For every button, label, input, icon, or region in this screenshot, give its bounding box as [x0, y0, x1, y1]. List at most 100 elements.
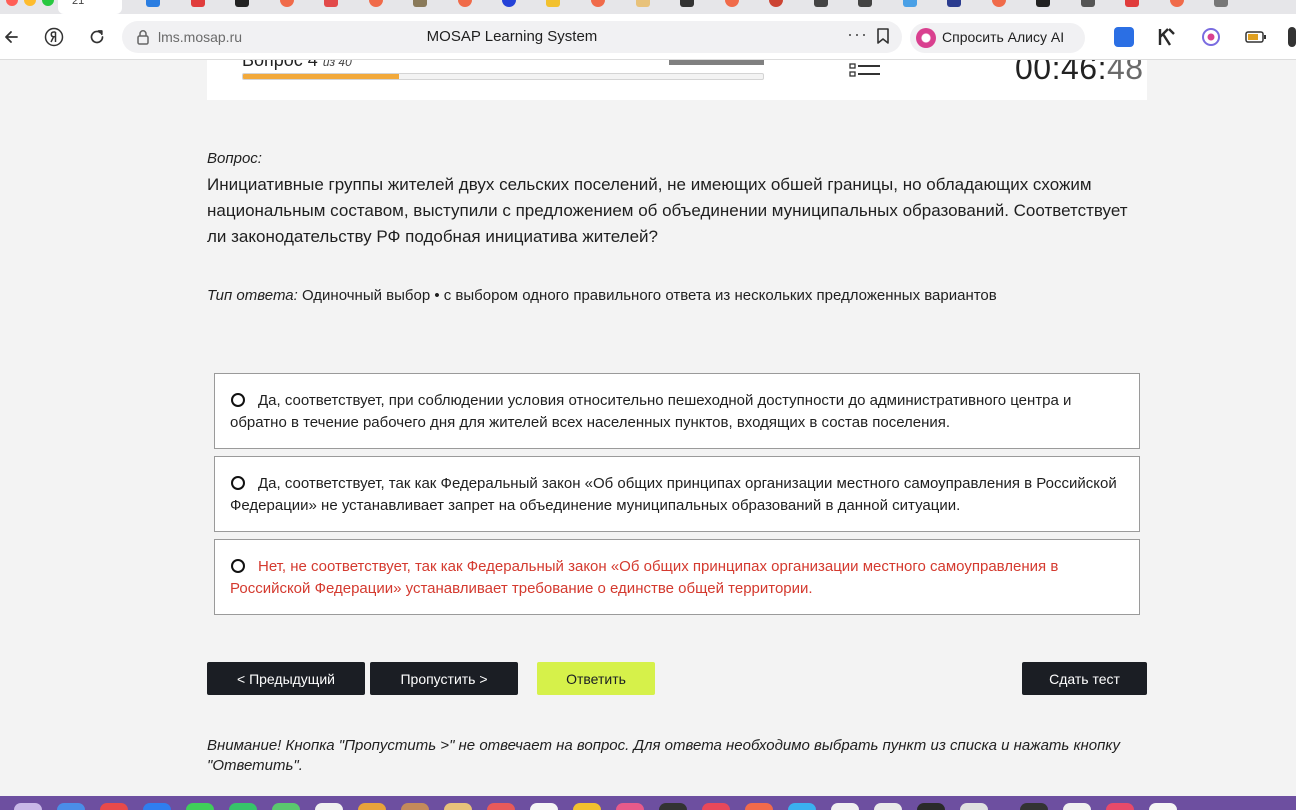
dock-app-icon[interactable] [745, 803, 773, 810]
active-tab[interactable]: 21 [58, 0, 122, 14]
extension-k-icon[interactable] [1157, 27, 1177, 47]
dock-app-icon[interactable] [659, 803, 687, 810]
tab-favicon[interactable] [858, 0, 872, 7]
battery-icon[interactable] [1245, 27, 1266, 47]
dock-app-icon[interactable] [100, 803, 128, 810]
extension-target-icon[interactable] [1201, 27, 1221, 47]
dock-app-icon[interactable] [401, 803, 429, 810]
close-window-button[interactable] [6, 0, 18, 6]
warning-note: Внимание! Кнопка "Пропустить >" не отвеч… [207, 737, 1120, 774]
answer-option[interactable]: Нет, не соответствует, так как Федеральн… [214, 539, 1140, 615]
dock-app-icon[interactable] [186, 803, 214, 810]
tab-favicon[interactable] [814, 0, 828, 7]
tab-favicon[interactable] [413, 0, 427, 7]
tab-favicon[interactable] [992, 0, 1006, 7]
answer-button[interactable]: Ответить [537, 662, 655, 695]
ask-alice-button[interactable]: Спросить Алису AI [910, 23, 1085, 53]
tab-favicon[interactable] [324, 0, 338, 7]
dock-app-icon[interactable] [960, 803, 988, 810]
dock-app-icon[interactable] [874, 803, 902, 810]
dock-app-icon[interactable] [272, 803, 300, 810]
question-label: Вопрос: [207, 150, 262, 167]
tab-favicon[interactable] [769, 0, 783, 7]
tab-favicon[interactable] [1170, 0, 1184, 7]
answer-option-text: Нет, не соответствует, так как Федеральн… [230, 558, 1059, 597]
back-arrow-icon[interactable] [0, 26, 22, 48]
tab-favicon[interactable] [1036, 0, 1050, 7]
tab-favicon[interactable] [1081, 0, 1095, 7]
minimize-window-button[interactable] [24, 0, 36, 6]
skip-button[interactable]: Пропустить > [370, 662, 518, 695]
ask-alice-label: Спросить Алису AI [942, 29, 1065, 45]
tab-favicon[interactable] [947, 0, 961, 7]
dock-app-icon[interactable] [616, 803, 644, 810]
tab-favicon[interactable] [546, 0, 560, 7]
dock [0, 796, 1296, 810]
reload-icon[interactable] [86, 26, 108, 48]
question-list-icon[interactable] [849, 60, 881, 77]
timer-seconds: 48 [1106, 60, 1144, 86]
browser-toolbar: lms.mosap.ru MOSAP Learning System ··· С… [0, 14, 1296, 60]
dock-app-icon[interactable] [315, 803, 343, 810]
dock-app-icon[interactable] [1063, 803, 1091, 810]
tab-favicon[interactable] [458, 0, 472, 7]
tab-favicon[interactable] [636, 0, 650, 7]
answer-type-value: Одиночный выбор • с выбором одного прави… [301, 287, 997, 304]
dock-app-icon[interactable] [573, 803, 601, 810]
answer-option-text: Да, соответствует, при соблюдении услови… [230, 392, 1072, 431]
test-header: Вопрос 4 из 40 00:46:48 [207, 60, 1147, 100]
timer-main: 00:46: [1015, 60, 1107, 86]
dock-app-icon[interactable] [788, 803, 816, 810]
dock-app-icon[interactable] [917, 803, 945, 810]
tab-favicon[interactable] [280, 0, 294, 7]
active-tab-label: 21 [72, 0, 85, 7]
dock-app-icon[interactable] [1149, 803, 1177, 810]
tab-favicon[interactable] [725, 0, 739, 7]
dock-app-icon[interactable] [1020, 803, 1048, 810]
tab-favicon[interactable] [1125, 0, 1139, 7]
answer-option[interactable]: Да, соответствует, так как Федеральный з… [214, 456, 1140, 532]
countdown-timer: 00:46:48 [1015, 60, 1144, 87]
tab-favicon[interactable] [235, 0, 249, 7]
dock-app-icon[interactable] [14, 803, 42, 810]
tab-favicon[interactable] [502, 0, 516, 7]
tab-favicon[interactable] [680, 0, 694, 7]
answer-type-label: Тип ответа: [207, 287, 298, 304]
answer-type: Тип ответа: Одиночный выбор • с выбором … [207, 287, 997, 304]
tab-favicon[interactable] [146, 0, 160, 7]
tab-favicon[interactable] [369, 0, 383, 7]
extension-icon[interactable] [1288, 27, 1296, 47]
alice-logo-icon [916, 28, 936, 48]
tab-favicon[interactable] [1214, 0, 1228, 7]
tab-strip: 21 [0, 0, 1296, 14]
test-progress-bar [242, 73, 764, 80]
yandex-logo-icon[interactable] [43, 26, 65, 48]
dock-app-icon[interactable] [57, 803, 85, 810]
test-progress-fill [243, 74, 399, 79]
zoom-window-button[interactable] [42, 0, 54, 6]
tab-favicon[interactable] [591, 0, 605, 7]
dock-app-icon[interactable] [1106, 803, 1134, 810]
more-actions-icon[interactable]: ··· [847, 24, 868, 45]
dock-app-icon[interactable] [530, 803, 558, 810]
question-counter: Вопрос 4 из 40 [242, 60, 352, 71]
previous-button[interactable]: < Предыдущий [207, 662, 365, 695]
question-total: из 40 [322, 60, 352, 69]
dock-app-icon[interactable] [831, 803, 859, 810]
dock-app-icon[interactable] [229, 803, 257, 810]
submit-test-button[interactable]: Сдать тест [1022, 662, 1147, 695]
tab-favicon[interactable] [903, 0, 917, 7]
header-gray-button[interactable] [669, 60, 764, 65]
dock-app-icon[interactable] [444, 803, 472, 810]
dock-app-icon[interactable] [702, 803, 730, 810]
address-bar[interactable]: lms.mosap.ru MOSAP Learning System ··· [122, 21, 902, 53]
extension-icon[interactable] [1114, 27, 1134, 47]
question-text: Инициативные группы жителей двух сельски… [207, 175, 1128, 246]
dock-app-icon[interactable] [143, 803, 171, 810]
bookmark-icon[interactable] [875, 27, 891, 45]
dock-app-icon[interactable] [358, 803, 386, 810]
dock-app-icon[interactable] [487, 803, 515, 810]
answer-option[interactable]: Да, соответствует, при соблюдении услови… [214, 373, 1140, 449]
question-number: Вопрос 4 [242, 60, 318, 70]
tab-favicon[interactable] [191, 0, 205, 7]
